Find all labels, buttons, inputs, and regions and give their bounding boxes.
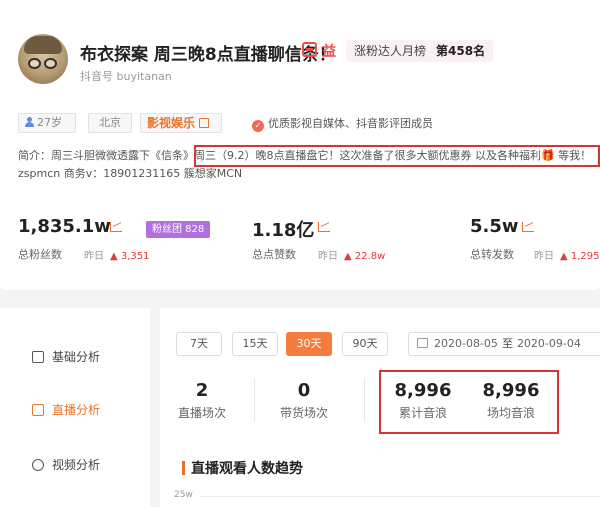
avatar-hat [24, 36, 62, 54]
rank-label: 涨粉达人月榜 [354, 44, 427, 58]
date-start: 2020-08-05 [434, 337, 498, 350]
metrics-highlight-box [379, 370, 559, 434]
tag-category[interactable]: 影视娱乐 [140, 113, 222, 133]
rank-icon: 益 [322, 44, 336, 60]
up-arrow-icon: ▲ [110, 251, 118, 262]
up-arrow-icon: ▲ [344, 251, 352, 262]
calendar-icon [417, 338, 428, 348]
avatar[interactable] [18, 34, 68, 84]
live-analysis-panel: 7天 15天 30天 90天 2020-08-05 至 2020-09-04 2 直… [160, 308, 600, 507]
rank-badge[interactable]: 涨粉达人月榜 第458名 [346, 40, 494, 62]
sidebar: 基础分析 直播分析 视频分析 [0, 308, 150, 507]
range-90d-button[interactable]: 90天 [342, 332, 388, 356]
stat-fans-label: 总粉丝数 [18, 248, 62, 261]
sidebar-item-label: 基础分析 [52, 350, 101, 364]
yesterday-value: 22.8w [354, 251, 386, 262]
stat-shares-yesterday: 昨日 ▲ 1,295 [534, 247, 600, 262]
trend-title-text: 直播观看人数趋势 [191, 461, 303, 477]
trend-icon[interactable] [110, 222, 122, 232]
live-icon[interactable] [302, 42, 317, 57]
stat-shares-label: 总转发数 [470, 248, 514, 261]
live-icon [32, 404, 44, 416]
edit-icon[interactable] [199, 118, 210, 128]
metric-live-count-value: 2 [195, 380, 209, 401]
verification: ✓ 优质影视自媒体、抖音影评团成员 [252, 115, 433, 132]
up-arrow-icon: ▲ [560, 251, 568, 262]
stat-shares-value: 5.5w [470, 216, 519, 237]
trend-icon[interactable] [522, 222, 534, 232]
stat-likes-value: 1.18亿 [252, 220, 315, 241]
yesterday-value: 1,295 [570, 251, 600, 262]
sidebar-item-live[interactable]: 直播分析 [32, 401, 100, 418]
metric-live-count-label: 直播场次 [177, 406, 226, 420]
play-icon [32, 459, 44, 471]
sidebar-item-video[interactable]: 视频分析 [32, 456, 100, 473]
yesterday-label: 昨日 [534, 251, 554, 262]
age-text: 27岁 [37, 116, 62, 129]
stat-likes-label: 总点赞数 [252, 248, 296, 261]
metric-sales-count-label: 带货场次 [279, 406, 328, 420]
yesterday-value: 3,351 [120, 251, 150, 262]
yesterday-label: 昨日 [318, 251, 338, 262]
sidebar-item-label: 直播分析 [52, 403, 101, 417]
tag-age: 27岁 [18, 113, 76, 133]
title-accent-bar [182, 461, 185, 475]
user-icon [25, 117, 34, 127]
stat-fans-yesterday: 昨日 ▲ 3,351 [84, 247, 150, 262]
trend-title: 直播观看人数趋势 [182, 458, 303, 478]
sidebar-item-label: 视频分析 [52, 458, 101, 472]
stat-fans-value: 1,835.1w [18, 216, 111, 237]
avatar-glasses-left [28, 58, 41, 69]
date-separator: 至 [501, 337, 513, 350]
douyin-id: 抖音号 buyitanan [80, 70, 172, 83]
verification-text: 优质影视自媒体、抖音影评团成员 [268, 117, 433, 130]
date-range-picker[interactable]: 2020-08-05 至 2020-09-04 [408, 332, 600, 356]
range-7d-button[interactable]: 7天 [176, 332, 222, 356]
fans-club-badge[interactable]: 粉丝团 828 [146, 221, 211, 238]
yesterday-label: 昨日 [84, 251, 104, 262]
sidebar-item-basic[interactable]: 基础分析 [32, 348, 100, 365]
range-30d-button[interactable]: 30天 [286, 332, 332, 356]
rank-value: 第458名 [436, 44, 486, 58]
profile-card: 布衣探案 周三晚8点直播聊信条！ 益 涨粉达人月榜 第458名 抖音号 buyit… [0, 0, 600, 290]
check-icon: ✓ [252, 120, 264, 132]
stat-likes-yesterday: 昨日 ▲ 22.8w [318, 247, 385, 262]
date-end: 2020-09-04 [516, 337, 581, 350]
grid-line [200, 496, 600, 497]
y-axis-tick: 25w [174, 490, 193, 500]
category-text: 影视娱乐 [147, 116, 196, 130]
profile-title: 布衣探案 周三晚8点直播聊信条！ [80, 45, 336, 65]
divider [254, 378, 255, 422]
range-15d-button[interactable]: 15天 [232, 332, 278, 356]
bio-highlight-box [194, 145, 600, 167]
avatar-glasses-right [44, 58, 57, 69]
divider [364, 378, 365, 422]
metric-sales-count-value: 0 [297, 380, 311, 401]
bio-line-2: zspmcn 商务v：18901231165 簇想家MCN [18, 167, 243, 180]
trend-icon[interactable] [318, 222, 330, 232]
chart-icon [32, 351, 44, 363]
tag-city: 北京 [88, 113, 132, 133]
